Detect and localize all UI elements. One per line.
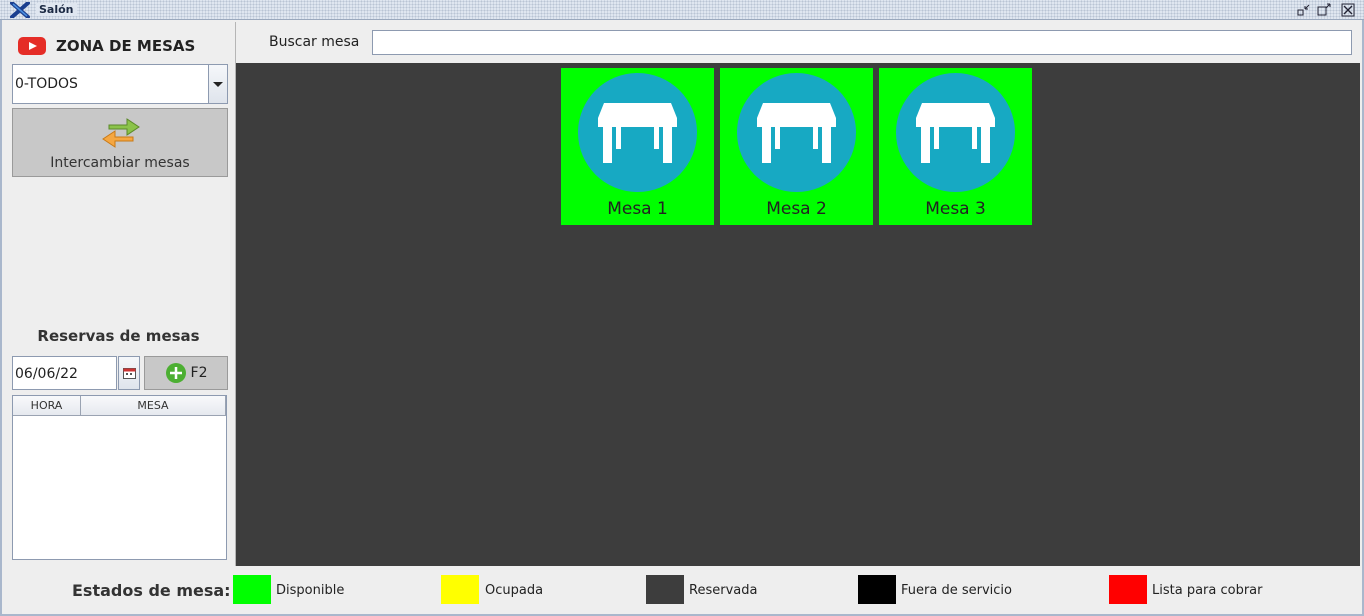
table-tile[interactable]: Mesa 1 — [561, 68, 714, 225]
window-title: Salón — [36, 3, 77, 16]
add-reservation-label: F2 — [190, 365, 208, 381]
calendar-button[interactable] — [118, 356, 140, 390]
column-header-hora[interactable]: HORA — [13, 396, 81, 415]
table-circle — [737, 73, 856, 192]
calendar-icon — [123, 368, 136, 379]
reservations-title: Reservas de mesas — [37, 327, 200, 345]
zone-title: ZONA DE MESAS — [56, 37, 196, 55]
table-furniture-icon — [757, 103, 836, 163]
search-input[interactable] — [372, 30, 1352, 55]
legend-swatch-fuera-de-servicio — [858, 575, 896, 604]
legend-label-disponible: Disponible — [276, 583, 345, 598]
zone-header: ZONA DE MESAS — [18, 36, 195, 56]
table-furniture-icon — [916, 103, 995, 163]
status-legend: Estados de mesa: Disponible Ocupada Rese… — [2, 566, 1362, 614]
reservation-date-value: 06/06/22 — [15, 366, 78, 382]
legend-label-fuera-de-servicio: Fuera de servicio — [901, 583, 1012, 598]
legend-label-reservada: Reservada — [689, 583, 758, 598]
legend-swatch-ocupada — [441, 575, 479, 604]
table-circle — [896, 73, 1015, 192]
close-icon[interactable] — [1341, 3, 1355, 17]
legend-title: Estados de mesa: — [72, 581, 231, 600]
table-tile[interactable]: Mesa 2 — [720, 68, 873, 225]
add-reservation-button[interactable]: F2 — [144, 356, 228, 390]
legend-swatch-reservada — [646, 575, 684, 604]
zone-select[interactable]: 0-TODOS — [12, 64, 228, 104]
plus-circle-icon — [165, 363, 186, 383]
tables-area: Mesa 1 Mesa 2 Mesa 3 — [235, 63, 1360, 566]
table-label: Mesa 1 — [607, 199, 668, 219]
zone-select-value: 0-TODOS — [15, 76, 78, 92]
table-tile[interactable]: Mesa 3 — [879, 68, 1032, 225]
swap-arrows-icon — [102, 118, 140, 148]
legend-label-ocupada: Ocupada — [485, 583, 544, 598]
reservations-table[interactable]: HORA MESA — [12, 395, 227, 560]
column-header-mesa[interactable]: MESA — [81, 396, 226, 415]
restore-icon[interactable] — [1317, 3, 1331, 17]
table-circle — [578, 73, 697, 192]
legend-label-lista-para-cobrar: Lista para cobrar — [1152, 583, 1263, 598]
swap-tables-label: Intercambiar mesas — [50, 155, 190, 171]
sidebar: ZONA DE MESAS 0-TODOS Intercambiar mesas… — [2, 22, 235, 566]
legend-swatch-disponible — [233, 575, 271, 604]
search-label: Buscar mesa — [269, 34, 360, 50]
table-label: Mesa 2 — [766, 199, 827, 219]
youtube-icon — [18, 37, 46, 55]
swap-tables-button[interactable]: Intercambiar mesas — [12, 108, 228, 177]
window-titlebar: Salón — [0, 0, 1364, 20]
table-furniture-icon — [598, 103, 677, 163]
zone-select-dropdown-button[interactable] — [208, 65, 227, 103]
reservation-date-input[interactable]: 06/06/22 — [12, 356, 117, 390]
app-logo-icon — [10, 2, 30, 18]
chevron-down-icon — [213, 82, 223, 87]
reservations-table-header: HORA MESA — [13, 396, 226, 416]
table-label: Mesa 3 — [925, 199, 986, 219]
minimize-icon[interactable] — [1297, 3, 1311, 17]
search-bar: Buscar mesa — [235, 22, 1360, 63]
legend-swatch-lista-para-cobrar — [1109, 575, 1147, 604]
